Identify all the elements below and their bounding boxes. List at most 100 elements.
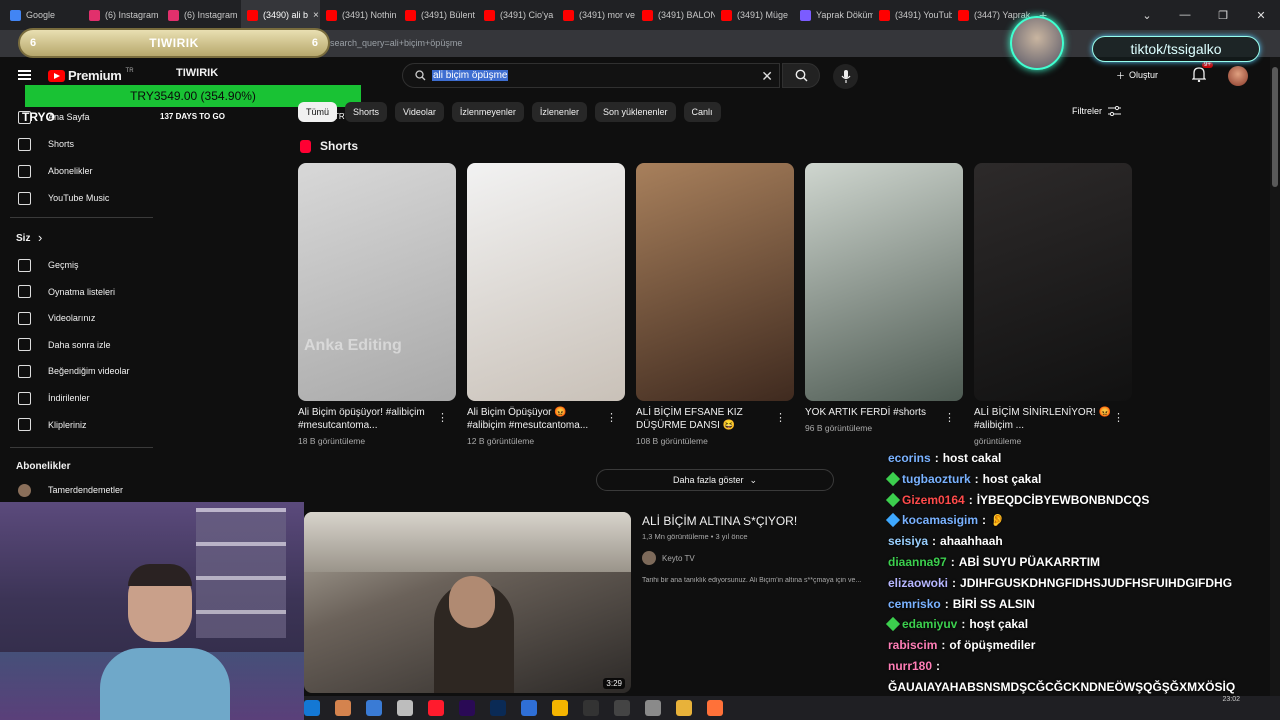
sidebar-item[interactable]: Oynatma listeleri (18, 282, 115, 302)
more-options-icon[interactable]: ⋮ (1113, 411, 1124, 424)
opera-icon[interactable] (428, 700, 444, 716)
voice-search-button[interactable] (833, 64, 858, 89)
short-title[interactable]: YOK ARTIK FERDİ #shorts (805, 406, 945, 419)
browser-tab[interactable]: (3491) Cio'ya (478, 0, 557, 30)
youtube-premium-logo[interactable]: Premium TR (48, 68, 134, 83)
app2-icon[interactable] (521, 700, 537, 716)
subscription-item[interactable]: Tamerdendemetler (18, 480, 123, 500)
epic-icon[interactable] (583, 700, 599, 716)
filter-chip[interactable]: Videolar (395, 102, 444, 122)
chat-separator: : (968, 492, 973, 507)
short-card[interactable]: ALİ BİÇİM SİNİRLENİYOR! 😡 #alibiçim ... g… (974, 163, 1132, 446)
minimize-button[interactable]: — (1166, 0, 1204, 30)
maximize-button[interactable]: ❐ (1204, 0, 1242, 30)
chrome-icon[interactable] (552, 700, 568, 716)
show-more-button[interactable]: Daha fazla göster ⌄ (596, 469, 834, 491)
filters-button[interactable]: Filtreler (1072, 106, 1122, 116)
close-tab-icon[interactable]: × (313, 10, 319, 21)
browser-tab[interactable]: (3490) ali b × (241, 0, 320, 30)
filter-chip[interactable]: Shorts (345, 102, 388, 122)
sidebar-item[interactable]: Ana Sayfa (18, 107, 90, 127)
filter-chip[interactable]: İzlenenler (531, 102, 587, 122)
video-thumbnail[interactable]: 3:29 (304, 512, 631, 693)
filter-chip[interactable]: Son yüklenenler (594, 102, 676, 122)
close-window-button[interactable]: ✕ (1242, 0, 1280, 30)
short-title[interactable]: Ali Biçim öpüşüyor! #alibiçim #mesutcant… (298, 406, 438, 432)
sidebar-item[interactable]: Abonelikler (18, 161, 93, 181)
short-title[interactable]: ALİ BİÇİM SİNİRLENİYOR! 😡 #alibiçim ... (974, 406, 1114, 432)
sidebar-item[interactable]: YouTube Music (18, 188, 109, 208)
search-button[interactable] (782, 63, 820, 88)
chat-message: ecorins: host cakal (888, 451, 1001, 465)
app-icon[interactable] (335, 700, 351, 716)
sidebar-item[interactable]: Beğendiğim videolar (18, 361, 130, 381)
browser-tab[interactable]: (3491) BALON (636, 0, 715, 30)
account-avatar[interactable] (1228, 66, 1248, 86)
short-title[interactable]: Ali Biçim Öpüşüyor 😡 #alibiçim #mesutcan… (467, 406, 607, 432)
short-thumbnail[interactable] (805, 163, 963, 401)
menu-icon[interactable] (18, 70, 31, 80)
page-scrollbar[interactable] (1270, 57, 1280, 696)
sidebar-item-label: Ana Sayfa (48, 112, 90, 122)
short-card[interactable]: ALİ BİÇİM EFSANE KIZ DÜŞÜRME DANSI 😆 108 … (636, 163, 794, 446)
days-to-go: 137 DAYS TO GO (160, 112, 225, 121)
firefox-icon[interactable] (707, 700, 723, 716)
short-card[interactable]: Anka Editing Ali Biçim öpüşüyor! #alibiçi… (298, 163, 456, 446)
obs-icon[interactable] (614, 700, 630, 716)
sidebar-item[interactable]: Geçmiş (18, 255, 79, 275)
short-thumbnail[interactable] (636, 163, 794, 401)
outlook-icon[interactable] (304, 700, 320, 716)
video-title[interactable]: ALİ BİÇİM ALTINA S*ÇIYOR! (642, 514, 797, 528)
sidebar-you-heading[interactable]: Siz (16, 233, 30, 244)
steam-icon[interactable] (645, 700, 661, 716)
folder-icon[interactable] (676, 700, 692, 716)
premiere-icon[interactable] (459, 700, 475, 716)
sidebar-item[interactable]: Shorts (18, 134, 74, 154)
sidebar-item-label: Geçmiş (48, 260, 79, 270)
sidebar-item[interactable]: Klipleriniz (18, 415, 87, 435)
tab-search-icon[interactable]: ⌄ (1128, 0, 1166, 30)
filter-chip[interactable]: Tümü (298, 102, 338, 122)
short-title[interactable]: ALİ BİÇİM EFSANE KIZ DÜŞÜRME DANSI 😆 (636, 406, 776, 432)
more-options-icon[interactable]: ⋮ (437, 411, 448, 424)
chat-text: ABİ SUYU PÜAKARRTIM (958, 555, 1101, 569)
sidebar-item[interactable]: İndirilenler (18, 388, 90, 408)
search-query-text[interactable]: ali biçim öpüşme (432, 70, 509, 81)
store-icon[interactable] (366, 700, 382, 716)
notifications-bell-icon[interactable] (1192, 67, 1206, 82)
browser-tab[interactable]: (3491) YouTub (873, 0, 952, 30)
filters-label: Filtreler (1072, 106, 1103, 116)
filter-chip[interactable]: İzlenmeyenler (451, 102, 524, 122)
more-options-icon[interactable]: ⋮ (775, 411, 786, 424)
browser-tab[interactable]: (3491) Müge (715, 0, 794, 30)
short-thumbnail[interactable] (974, 163, 1132, 401)
scrollbar-thumb[interactable] (1272, 67, 1278, 187)
clear-search-icon[interactable]: ✕ (761, 68, 773, 85)
photoshop-icon[interactable] (490, 700, 506, 716)
more-options-icon[interactable]: ⋮ (944, 411, 955, 424)
browser-tab[interactable]: Google (4, 0, 83, 30)
search-input[interactable]: ali biçim öpüşme ✕ (402, 63, 780, 88)
short-thumbnail[interactable] (467, 163, 625, 401)
tool-icon[interactable] (397, 700, 413, 716)
short-card[interactable]: Ali Biçim Öpüşüyor 😡 #alibiçim #mesutcan… (467, 163, 625, 446)
chat-username: elizaowoki (888, 575, 949, 590)
chat-message: tugbaozturk: host çakal (885, 471, 1041, 486)
url-text[interactable]: search_query=ali+biçim+öpüşme (330, 38, 462, 48)
chat-separator: : (950, 555, 955, 569)
sidebar-item[interactable]: Videolarınız (18, 308, 95, 328)
browser-tab[interactable]: (6) Instagram (162, 0, 241, 30)
browser-tab[interactable]: (6) Instagram (83, 0, 162, 30)
browser-tab[interactable]: (3491) mor ve (557, 0, 636, 30)
video-channel[interactable]: Keyto TV (642, 551, 695, 565)
sidebar-item[interactable]: Daha sonra izle (18, 335, 111, 355)
browser-tab[interactable]: Yaprak Döküm (794, 0, 873, 30)
short-thumbnail[interactable]: Anka Editing (298, 163, 456, 401)
short-card[interactable]: YOK ARTIK FERDİ #shorts 96 B görüntüleme ⋮ (805, 163, 963, 433)
history-icon (18, 258, 31, 272)
create-button[interactable]: ＋ Oluştur (1116, 65, 1158, 85)
browser-tab[interactable]: (3491) Bülent (399, 0, 478, 30)
browser-tab[interactable]: (3491) Nothin (320, 0, 399, 30)
filter-chip[interactable]: Canlı (683, 102, 721, 122)
more-options-icon[interactable]: ⋮ (606, 411, 617, 424)
